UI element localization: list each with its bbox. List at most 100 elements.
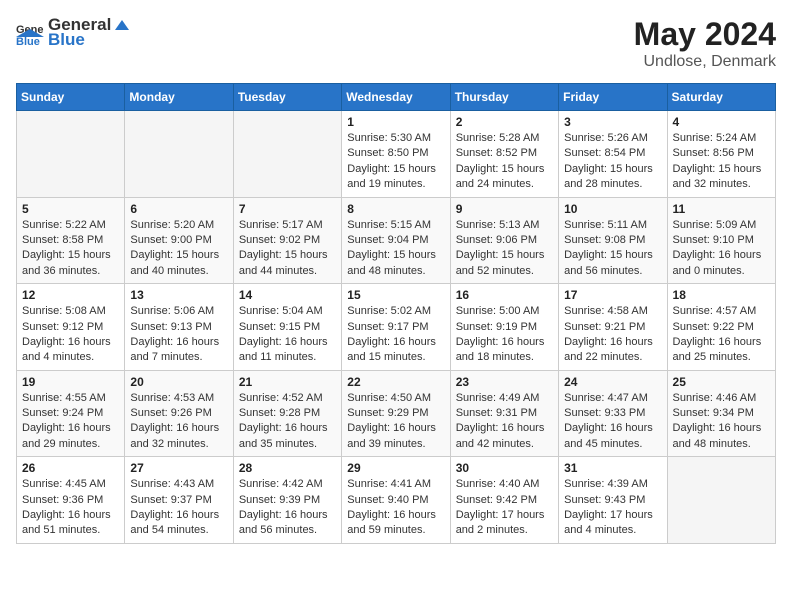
day-info: Sunrise: 5:15 AM Sunset: 9:04 PM Dayligh… [347, 218, 444, 280]
day-info: Sunrise: 4:53 AM Sunset: 9:26 PM Dayligh… [130, 391, 227, 453]
day-number: 7 [239, 202, 336, 216]
calendar-cell: 13 Sunrise: 5:06 AM Sunset: 9:13 PM Dayli… [125, 284, 233, 371]
calendar-cell: 12Sunrise: 5:08 AM Sunset: 9:12 PM Dayli… [17, 284, 125, 371]
calendar-week-row: 26 Sunrise: 4:45 AM Sunset: 9:36 PM Dayli… [17, 457, 776, 544]
calendar-header-monday: Monday [125, 84, 233, 111]
calendar-cell: 5 Sunrise: 5:22 AM Sunset: 8:58 PM Daylig… [17, 197, 125, 284]
day-number: 11 [673, 202, 770, 216]
day-number: 25 [673, 375, 770, 389]
calendar-week-row: 19 Sunrise: 4:55 AM Sunset: 9:24 PM Dayli… [17, 370, 776, 457]
day-info: Sunrise: 5:26 AM Sunset: 8:54 PM Dayligh… [564, 131, 661, 193]
calendar-cell: 8 Sunrise: 5:15 AM Sunset: 9:04 PM Daylig… [342, 197, 450, 284]
calendar-header-row: SundayMondayTuesdayWednesdayThursdayFrid… [17, 84, 776, 111]
calendar-cell: 31 Sunrise: 4:39 AM Sunset: 9:43 PM Dayli… [559, 457, 667, 544]
calendar-cell: 22Sunrise: 4:50 AM Sunset: 9:29 PM Dayli… [342, 370, 450, 457]
month-year-title: May 2024 [634, 16, 776, 53]
calendar-week-row: 5 Sunrise: 5:22 AM Sunset: 8:58 PM Daylig… [17, 197, 776, 284]
day-number: 18 [673, 288, 770, 302]
day-info: Sunrise: 4:47 AM Sunset: 9:33 PM Dayligh… [564, 391, 661, 453]
day-info: Sunrise: 4:57 AM Sunset: 9:22 PM Dayligh… [673, 304, 770, 366]
day-number: 5 [22, 202, 119, 216]
calendar-cell: 18 Sunrise: 4:57 AM Sunset: 9:22 PM Dayli… [667, 284, 775, 371]
day-number: 23 [456, 375, 553, 389]
logo: General Blue General Blue [16, 16, 131, 49]
day-number: 30 [456, 461, 553, 475]
day-number: 2 [456, 115, 553, 129]
calendar-cell: 15Sunrise: 5:02 AM Sunset: 9:17 PM Dayli… [342, 284, 450, 371]
day-number: 17 [564, 288, 661, 302]
day-info: Sunrise: 4:55 AM Sunset: 9:24 PM Dayligh… [22, 391, 119, 453]
calendar-cell: 26 Sunrise: 4:45 AM Sunset: 9:36 PM Dayli… [17, 457, 125, 544]
calendar-cell: 7 Sunrise: 5:17 AM Sunset: 9:02 PM Daylig… [233, 197, 341, 284]
calendar-cell: 19 Sunrise: 4:55 AM Sunset: 9:24 PM Dayli… [17, 370, 125, 457]
day-number: 21 [239, 375, 336, 389]
day-info: Sunrise: 5:24 AM Sunset: 8:56 PM Dayligh… [673, 131, 770, 193]
day-info: Sunrise: 4:58 AM Sunset: 9:21 PM Dayligh… [564, 304, 661, 366]
calendar-cell: 2 Sunrise: 5:28 AM Sunset: 8:52 PM Daylig… [450, 111, 558, 198]
day-info: Sunrise: 5:17 AM Sunset: 9:02 PM Dayligh… [239, 218, 336, 280]
page-header: General Blue General Blue May 2024 Undlo… [16, 16, 776, 71]
day-number: 8 [347, 202, 444, 216]
day-number: 1 [347, 115, 444, 129]
calendar-cell: 4 Sunrise: 5:24 AM Sunset: 8:56 PM Daylig… [667, 111, 775, 198]
calendar-cell: 3Sunrise: 5:26 AM Sunset: 8:54 PM Daylig… [559, 111, 667, 198]
day-number: 22 [347, 375, 444, 389]
day-info: Sunrise: 5:09 AM Sunset: 9:10 PM Dayligh… [673, 218, 770, 280]
day-number: 16 [456, 288, 553, 302]
calendar-header-saturday: Saturday [667, 84, 775, 111]
calendar-cell [233, 111, 341, 198]
day-info: Sunrise: 5:30 AM Sunset: 8:50 PM Dayligh… [347, 131, 444, 193]
day-number: 6 [130, 202, 227, 216]
day-number: 19 [22, 375, 119, 389]
day-info: Sunrise: 4:39 AM Sunset: 9:43 PM Dayligh… [564, 477, 661, 539]
day-number: 31 [564, 461, 661, 475]
calendar-header-tuesday: Tuesday [233, 84, 341, 111]
day-info: Sunrise: 5:00 AM Sunset: 9:19 PM Dayligh… [456, 304, 553, 366]
calendar-cell: 27Sunrise: 4:43 AM Sunset: 9:37 PM Dayli… [125, 457, 233, 544]
calendar-cell: 24Sunrise: 4:47 AM Sunset: 9:33 PM Dayli… [559, 370, 667, 457]
calendar-cell: 23 Sunrise: 4:49 AM Sunset: 9:31 PM Dayli… [450, 370, 558, 457]
calendar-header-friday: Friday [559, 84, 667, 111]
day-info: Sunrise: 4:49 AM Sunset: 9:31 PM Dayligh… [456, 391, 553, 453]
day-info: Sunrise: 4:52 AM Sunset: 9:28 PM Dayligh… [239, 391, 336, 453]
calendar-cell: 10Sunrise: 5:11 AM Sunset: 9:08 PM Dayli… [559, 197, 667, 284]
day-info: Sunrise: 5:20 AM Sunset: 9:00 PM Dayligh… [130, 218, 227, 280]
calendar-cell: 9 Sunrise: 5:13 AM Sunset: 9:06 PM Daylig… [450, 197, 558, 284]
day-number: 14 [239, 288, 336, 302]
day-info: Sunrise: 4:41 AM Sunset: 9:40 PM Dayligh… [347, 477, 444, 539]
calendar-cell: 17 Sunrise: 4:58 AM Sunset: 9:21 PM Dayli… [559, 284, 667, 371]
logo-blue-text: Blue [48, 31, 131, 50]
day-info: Sunrise: 4:42 AM Sunset: 9:39 PM Dayligh… [239, 477, 336, 539]
day-info: Sunrise: 4:46 AM Sunset: 9:34 PM Dayligh… [673, 391, 770, 453]
day-number: 26 [22, 461, 119, 475]
calendar-table: SundayMondayTuesdayWednesdayThursdayFrid… [16, 83, 776, 544]
calendar-cell: 6 Sunrise: 5:20 AM Sunset: 9:00 PM Daylig… [125, 197, 233, 284]
svg-text:Blue: Blue [16, 36, 40, 47]
day-info: Sunrise: 5:06 AM Sunset: 9:13 PM Dayligh… [130, 304, 227, 366]
calendar-header-thursday: Thursday [450, 84, 558, 111]
calendar-week-row: 1 Sunrise: 5:30 AM Sunset: 8:50 PM Daylig… [17, 111, 776, 198]
calendar-header-sunday: Sunday [17, 84, 125, 111]
calendar-cell: 28Sunrise: 4:42 AM Sunset: 9:39 PM Dayli… [233, 457, 341, 544]
day-number: 9 [456, 202, 553, 216]
day-info: Sunrise: 5:22 AM Sunset: 8:58 PM Dayligh… [22, 218, 119, 280]
calendar-cell: 1 Sunrise: 5:30 AM Sunset: 8:50 PM Daylig… [342, 111, 450, 198]
day-info: Sunrise: 5:28 AM Sunset: 8:52 PM Dayligh… [456, 131, 553, 193]
calendar-cell: 20Sunrise: 4:53 AM Sunset: 9:26 PM Dayli… [125, 370, 233, 457]
calendar-cell [125, 111, 233, 198]
day-info: Sunrise: 5:11 AM Sunset: 9:08 PM Dayligh… [564, 218, 661, 280]
title-block: May 2024 Undlose, Denmark [634, 16, 776, 71]
day-info: Sunrise: 4:45 AM Sunset: 9:36 PM Dayligh… [22, 477, 119, 539]
calendar-header-wednesday: Wednesday [342, 84, 450, 111]
calendar-cell [17, 111, 125, 198]
day-number: 13 [130, 288, 227, 302]
day-info: Sunrise: 5:02 AM Sunset: 9:17 PM Dayligh… [347, 304, 444, 366]
day-number: 4 [673, 115, 770, 129]
calendar-cell: 14Sunrise: 5:04 AM Sunset: 9:15 PM Dayli… [233, 284, 341, 371]
logo-icon: General Blue [16, 19, 44, 47]
day-info: Sunrise: 5:13 AM Sunset: 9:06 PM Dayligh… [456, 218, 553, 280]
location-subtitle: Undlose, Denmark [634, 53, 776, 71]
calendar-cell: 16 Sunrise: 5:00 AM Sunset: 9:19 PM Dayli… [450, 284, 558, 371]
calendar-cell: 11 Sunrise: 5:09 AM Sunset: 9:10 PM Dayli… [667, 197, 775, 284]
calendar-cell: 21 Sunrise: 4:52 AM Sunset: 9:28 PM Dayli… [233, 370, 341, 457]
